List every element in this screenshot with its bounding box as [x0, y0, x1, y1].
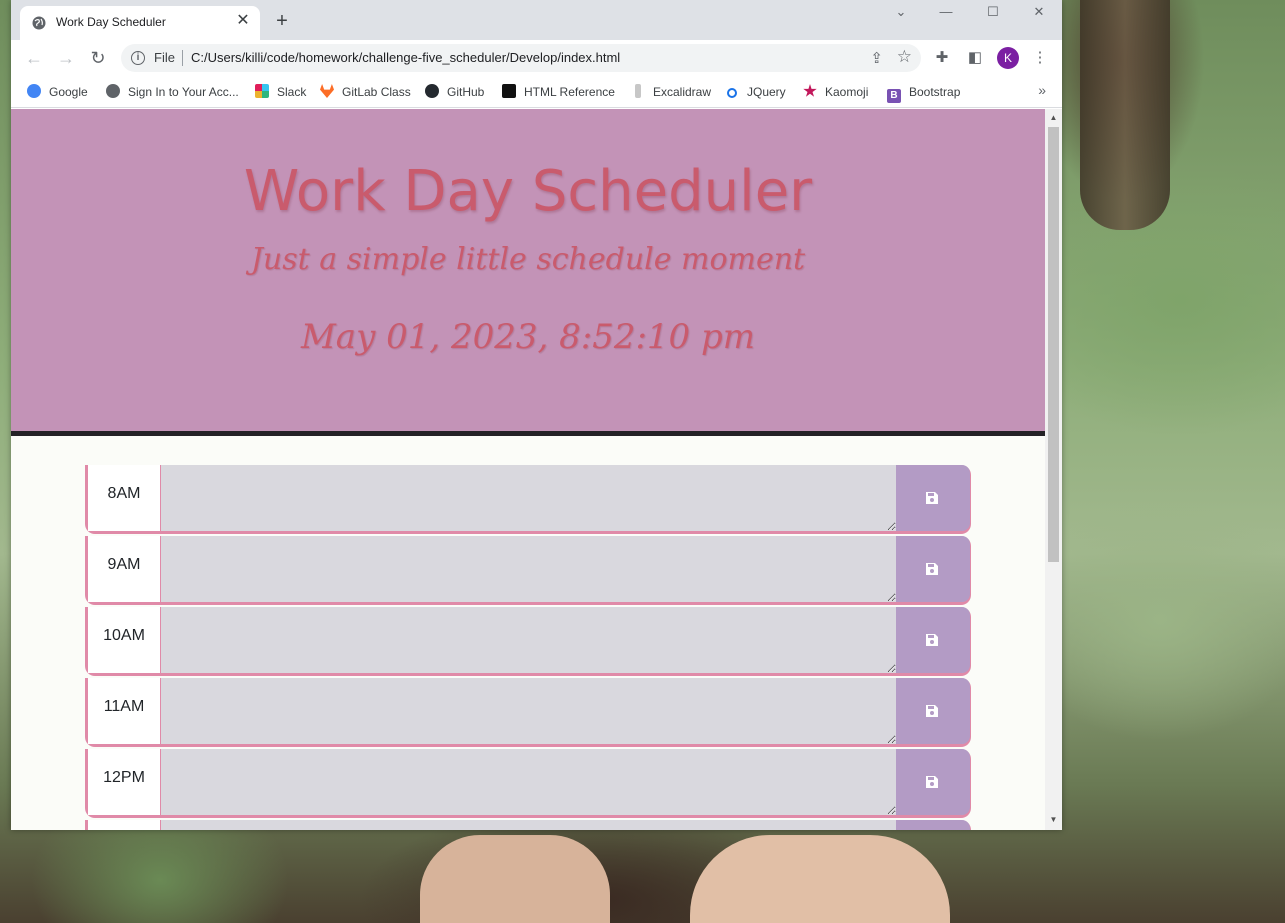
page-scrollbar[interactable]: ▲ ▼ [1045, 109, 1062, 830]
scroll-up-arrow-icon[interactable]: ▲ [1049, 113, 1058, 122]
event-description-input[interactable] [161, 465, 896, 531]
bookmark-star-icon[interactable]: ☆ [897, 47, 912, 67]
event-description-input[interactable] [161, 607, 896, 673]
kaomoji-icon [803, 84, 817, 97]
excalidraw-icon [635, 84, 641, 98]
close-window-icon[interactable]: ✕ [1029, 4, 1049, 20]
gitlab-icon [320, 84, 334, 98]
search-icon [727, 88, 737, 98]
time-block: 12PM [85, 749, 971, 818]
save-icon [926, 705, 938, 717]
forward-icon[interactable]: → [56, 48, 76, 68]
page-viewport: Work Day Scheduler Just a simple little … [11, 109, 1045, 830]
time-block: 10AM [85, 607, 971, 676]
wallpaper-figure [420, 835, 610, 923]
hour-label: 9AM [88, 536, 161, 602]
profile-avatar[interactable]: K [997, 47, 1019, 69]
event-description-input[interactable] [161, 678, 896, 744]
save-icon [926, 563, 938, 575]
scrollbar-thumb[interactable] [1048, 127, 1059, 562]
bookmarks-overflow-icon[interactable]: » [1038, 82, 1046, 98]
bookmark-google[interactable]: Google [27, 82, 88, 102]
address-bar[interactable]: i File C:/Users/killi/code/homework/chal… [121, 44, 921, 72]
globe-icon [32, 16, 46, 30]
bookmark-excalidraw[interactable]: Excalidraw [631, 82, 711, 102]
time-block: 11AM [85, 678, 971, 747]
bookmark-slack[interactable]: Slack [255, 82, 306, 102]
hour-label [88, 820, 161, 830]
tab-strip: Work Day Scheduler ✕ + ⌄ — ☐ ✕ [11, 0, 1062, 40]
time-block: 9AM [85, 536, 971, 605]
page-header: Work Day Scheduler Just a simple little … [11, 109, 1045, 436]
save-icon [926, 634, 938, 646]
bookmarks-bar: Google Sign In to Your Acc... Slack GitL… [11, 76, 1062, 108]
time-block-list: 8AM 9AM 10AM 11AM 12PM [85, 465, 971, 830]
bookmark-jquery[interactable]: JQuery [727, 82, 786, 102]
share-icon[interactable]: ⇪ [870, 49, 883, 67]
slack-icon [255, 84, 269, 98]
hour-label: 12PM [88, 749, 161, 815]
scroll-down-arrow-icon[interactable]: ▼ [1049, 815, 1058, 824]
new-tab-button[interactable]: + [272, 11, 292, 31]
extensions-icon[interactable]: ✚ [933, 49, 951, 67]
save-button[interactable] [896, 465, 970, 531]
save-icon [926, 776, 938, 788]
event-description-input[interactable] [161, 749, 896, 815]
tab-work-day-scheduler[interactable]: Work Day Scheduler ✕ [20, 6, 260, 40]
hour-label: 10AM [88, 607, 161, 673]
save-button[interactable] [896, 607, 970, 673]
save-button[interactable] [896, 820, 970, 830]
bookmark-sign-in[interactable]: Sign In to Your Acc... [106, 82, 239, 102]
wallpaper-tree-trunk [1080, 0, 1170, 230]
time-block [85, 820, 971, 830]
hour-label: 11AM [88, 678, 161, 744]
github-icon [425, 84, 439, 98]
save-button[interactable] [896, 536, 970, 602]
save-button[interactable] [896, 749, 970, 815]
tab-title: Work Day Scheduler [56, 15, 166, 29]
tab-search-icon[interactable]: ⌄ [891, 4, 911, 20]
google-icon [27, 84, 41, 98]
bootstrap-icon: B [887, 89, 901, 103]
html-reference-icon [502, 84, 516, 98]
event-description-input[interactable] [161, 536, 896, 602]
bookmark-bootstrap[interactable]: B Bootstrap [887, 82, 960, 103]
maximize-icon[interactable]: ☐ [983, 4, 1003, 20]
wallpaper-figure [690, 835, 950, 923]
url-scheme-label: File [154, 50, 175, 65]
back-icon[interactable]: ← [24, 48, 44, 68]
reload-icon[interactable]: ↻ [88, 48, 108, 68]
save-icon [926, 492, 938, 504]
browser-toolbar: ← → ↻ i File C:/Users/killi/code/homewor… [11, 40, 1062, 76]
info-icon[interactable]: i [131, 51, 145, 65]
side-panel-icon[interactable]: ◧ [966, 49, 984, 67]
menu-kebab-icon[interactable]: ⋮ [1031, 49, 1049, 67]
browser-window: Work Day Scheduler ✕ + ⌄ — ☐ ✕ ← → ↻ i F… [11, 0, 1062, 830]
bookmark-html-reference[interactable]: HTML Reference [502, 82, 615, 102]
close-tab-icon[interactable]: ✕ [234, 12, 252, 30]
current-datetime: May 01, 2023, 8:52:10 pm [300, 317, 755, 357]
page-title: Work Day Scheduler [243, 159, 813, 224]
page-subtitle: Just a simple little schedule moment [250, 242, 806, 277]
time-block: 8AM [85, 465, 971, 534]
event-description-input[interactable] [161, 820, 896, 830]
hour-label: 8AM [88, 465, 161, 531]
bookmark-github[interactable]: GitHub [425, 82, 484, 102]
url-text[interactable]: C:/Users/killi/code/homework/challenge-f… [191, 50, 620, 65]
omnibox-divider [182, 50, 183, 66]
globe-icon [106, 84, 120, 98]
bookmark-gitlab[interactable]: GitLab Class [320, 82, 411, 102]
save-button[interactable] [896, 678, 970, 744]
bookmark-kaomoji[interactable]: Kaomoji [803, 82, 868, 102]
minimize-icon[interactable]: — [936, 4, 956, 20]
